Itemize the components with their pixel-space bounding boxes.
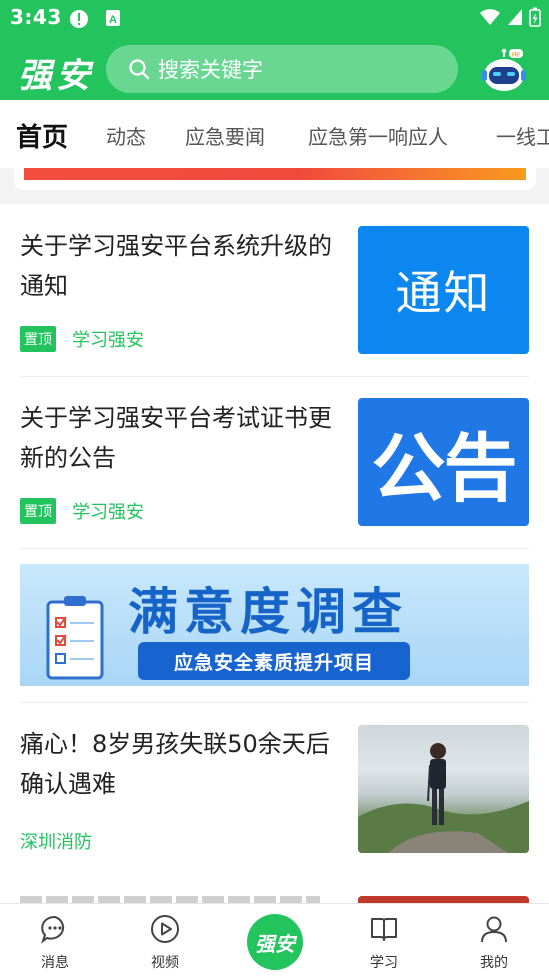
news-title: 痛心！8岁男孩失联50余天后确认遇难 bbox=[20, 730, 330, 798]
news-meta: 深圳消防 bbox=[20, 828, 92, 854]
thumbnail-text: 公告 bbox=[371, 425, 518, 512]
nav-study[interactable]: 学习 bbox=[339, 904, 429, 976]
wifi-icon bbox=[480, 9, 500, 25]
search-bar[interactable]: 搜索关键字 bbox=[106, 45, 458, 93]
divider bbox=[20, 702, 529, 703]
nav-label: 消息 bbox=[41, 955, 69, 971]
news-source: 深圳消防 bbox=[20, 832, 92, 853]
svg-text:Hi!: Hi! bbox=[512, 53, 520, 59]
nav-label: 学习 bbox=[370, 955, 398, 971]
tab-news-feed[interactable]: 动态 bbox=[106, 121, 146, 150]
book-icon bbox=[371, 918, 397, 941]
pinned-badge: 置顶 bbox=[20, 326, 56, 352]
nav-profile[interactable]: 我的 bbox=[449, 904, 539, 976]
category-tabs: 首页 动态 应急要闻 应急第一响应人 一线工 bbox=[0, 100, 549, 168]
tab-home[interactable]: 首页 bbox=[16, 117, 68, 154]
pinned-badge: 置顶 bbox=[20, 498, 56, 524]
news-item[interactable]: 关于学习强安平台考试证书更新的公告 置顶 学习强安 公告 bbox=[20, 398, 529, 528]
nav-video[interactable]: 视频 bbox=[120, 904, 210, 976]
survey-banner[interactable]: 满意度调查 应急安全素质提升项目 bbox=[20, 564, 529, 686]
search-icon bbox=[129, 59, 150, 80]
news-item[interactable]: 关于学习强安平台系统升级的通知 置顶 学习强安 通知 bbox=[20, 226, 529, 356]
divider bbox=[20, 548, 529, 549]
play-circle-icon bbox=[151, 915, 179, 943]
alert-icon bbox=[70, 10, 88, 28]
tab-frontline[interactable]: 一线工 bbox=[496, 121, 549, 150]
news-meta: 置顶 学习强安 bbox=[20, 326, 144, 352]
nav-label: 我的 bbox=[480, 955, 508, 971]
nav-label: 视频 bbox=[151, 955, 179, 971]
news-thumbnail-photo bbox=[358, 725, 529, 853]
bottom-navigation: 消息 视频 强安 学习 我的 bbox=[0, 903, 549, 976]
survey-subtitle: 应急安全素质提升项目 bbox=[138, 642, 410, 680]
status-bar: 3:43 A bbox=[0, 0, 549, 36]
boy-on-mountain-photo bbox=[358, 743, 529, 853]
nav-center-logo-button[interactable]: 强安 bbox=[247, 914, 303, 970]
news-source: 学习强安 bbox=[72, 502, 144, 523]
news-title: 关于学习强安平台考试证书更新的公告 bbox=[20, 404, 332, 472]
clipboard-checklist-icon bbox=[46, 596, 104, 680]
status-time: 3:43 bbox=[10, 5, 62, 29]
news-item[interactable]: 痛心！8岁男孩失联50余天后确认遇难 深圳消防 bbox=[20, 724, 529, 854]
banner-image[interactable] bbox=[24, 168, 526, 180]
chat-bubble-icon bbox=[41, 915, 65, 944]
news-meta: 置顶 学习强安 bbox=[20, 498, 144, 524]
robot-assistant-icon[interactable]: Hi! bbox=[480, 46, 528, 94]
svg-text:A: A bbox=[109, 14, 117, 26]
search-placeholder: 搜索关键字 bbox=[158, 58, 263, 82]
news-thumbnail: 公告 bbox=[358, 398, 529, 526]
signal-icon bbox=[508, 9, 522, 25]
thumbnail-text: 通知 bbox=[395, 266, 492, 320]
sim-card-icon: A bbox=[106, 10, 120, 26]
news-title: 关于学习强安平台系统升级的通知 bbox=[20, 232, 332, 300]
divider bbox=[20, 376, 529, 377]
survey-title: 满意度调查 bbox=[128, 583, 408, 641]
user-icon bbox=[481, 916, 507, 943]
battery-icon bbox=[529, 7, 541, 27]
nav-messages[interactable]: 消息 bbox=[10, 904, 100, 976]
news-thumbnail: 通知 bbox=[358, 226, 529, 354]
tab-first-responder[interactable]: 应急第一响应人 bbox=[308, 121, 448, 150]
app-logo: 强安 bbox=[18, 56, 94, 96]
tab-emergency-news[interactable]: 应急要闻 bbox=[185, 121, 265, 150]
news-source: 学习强安 bbox=[72, 330, 144, 351]
